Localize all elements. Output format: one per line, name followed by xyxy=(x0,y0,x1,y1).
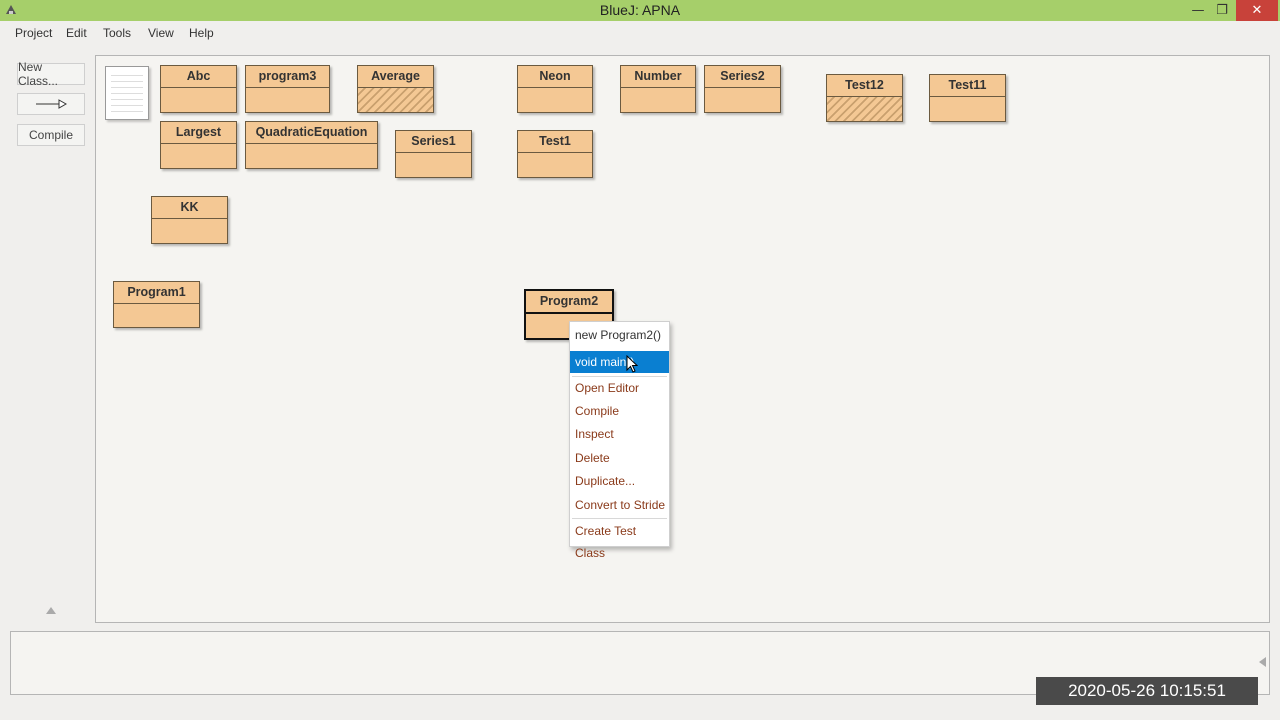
close-icon[interactable]: ✕ xyxy=(1236,0,1278,21)
menu-item-create-test-class[interactable]: Create Test Class xyxy=(570,520,669,560)
class-name: program3 xyxy=(246,66,329,88)
class-abc[interactable]: Abc xyxy=(160,65,237,113)
menu-help[interactable]: Help xyxy=(189,26,214,40)
class-quadraticequation[interactable]: QuadraticEquation xyxy=(245,121,378,169)
class-name: QuadraticEquation xyxy=(246,122,377,144)
restore-icon[interactable]: ❐ xyxy=(1210,0,1234,21)
title-bar: BlueJ: APNA — ❐ ✕ xyxy=(0,0,1280,21)
class-name: Program2 xyxy=(526,291,612,314)
class-test1[interactable]: Test1 xyxy=(517,130,593,178)
class-test12[interactable]: Test12 xyxy=(826,74,903,122)
menu-tools[interactable]: Tools xyxy=(103,26,131,40)
class-name: Neon xyxy=(518,66,592,88)
class-name: Test12 xyxy=(827,75,902,97)
menu-separator xyxy=(572,518,667,519)
menu-view[interactable]: View xyxy=(148,26,174,40)
minimize-icon[interactable]: — xyxy=(1186,0,1210,21)
menu-edit[interactable]: Edit xyxy=(66,26,87,40)
class-name: Number xyxy=(621,66,695,88)
menu-item-open-editor[interactable]: Open Editor xyxy=(570,377,669,399)
menu-item-delete[interactable]: Delete xyxy=(570,447,669,469)
uncompiled-hatch xyxy=(827,97,902,121)
class-program1[interactable]: Program1 xyxy=(113,281,200,328)
menu-bar: Project Edit Tools View Help xyxy=(0,21,1280,45)
class-average[interactable]: Average xyxy=(357,65,434,113)
menu-item-void-main[interactable]: void main() xyxy=(570,351,669,373)
class-neon[interactable]: Neon xyxy=(517,65,593,113)
mouse-cursor-icon xyxy=(626,355,638,373)
menu-project[interactable]: Project xyxy=(15,26,52,40)
class-name: Series2 xyxy=(705,66,780,88)
new-arrow-button[interactable] xyxy=(17,93,85,115)
uncompiled-hatch xyxy=(358,88,433,112)
window-title: BlueJ: APNA xyxy=(599,2,681,18)
class-name: Largest xyxy=(161,122,236,144)
class-name: Test1 xyxy=(518,131,592,153)
expand-left-icon[interactable] xyxy=(1259,657,1266,667)
menu-item-new-instance[interactable]: new Program2() xyxy=(570,324,669,346)
class-name: Test11 xyxy=(930,75,1005,97)
readme-document-icon[interactable] xyxy=(105,66,149,120)
class-largest[interactable]: Largest xyxy=(160,121,237,169)
collapse-up-icon[interactable] xyxy=(46,607,56,614)
class-test11[interactable]: Test11 xyxy=(929,74,1006,122)
class-number[interactable]: Number xyxy=(620,65,696,113)
compile-button[interactable]: Compile xyxy=(17,124,85,146)
class-program3[interactable]: program3 xyxy=(245,65,330,113)
menu-item-duplicate[interactable]: Duplicate... xyxy=(570,470,669,492)
timestamp-overlay: 2020-05-26 10:15:51 xyxy=(1036,677,1258,705)
class-name: KK xyxy=(152,197,227,219)
class-kk[interactable]: KK xyxy=(151,196,228,244)
class-name: Series1 xyxy=(396,131,471,153)
class-name: Average xyxy=(358,66,433,88)
class-name: Program1 xyxy=(114,282,199,304)
class-series2[interactable]: Series2 xyxy=(704,65,781,113)
new-class-button[interactable]: New Class... xyxy=(17,60,85,88)
class-series1[interactable]: Series1 xyxy=(395,130,472,178)
inheritance-arrow-icon xyxy=(36,99,67,109)
menu-item-convert-to-stride[interactable]: Convert to Stride xyxy=(570,494,669,516)
menu-item-compile[interactable]: Compile xyxy=(570,400,669,422)
menu-item-inspect[interactable]: Inspect xyxy=(570,423,669,445)
class-context-menu: new Program2() void main() Open Editor C… xyxy=(569,321,670,560)
class-name: Abc xyxy=(161,66,236,88)
